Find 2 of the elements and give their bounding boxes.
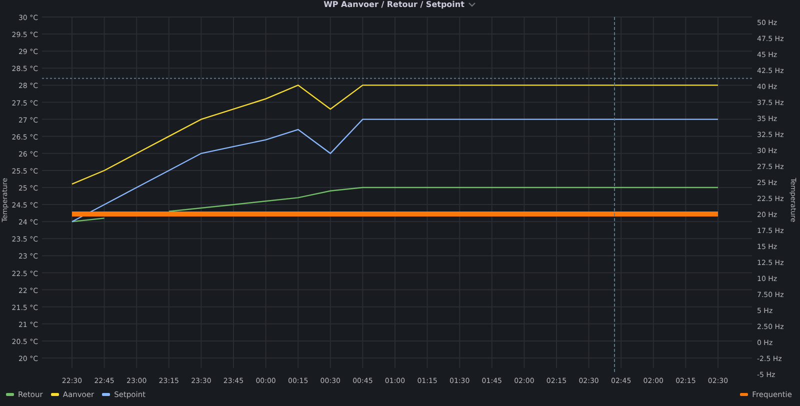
caret-icon[interactable] — [468, 2, 476, 8]
panel-title[interactable]: WP Aanvoer / Retour / Setpoint — [324, 0, 464, 10]
